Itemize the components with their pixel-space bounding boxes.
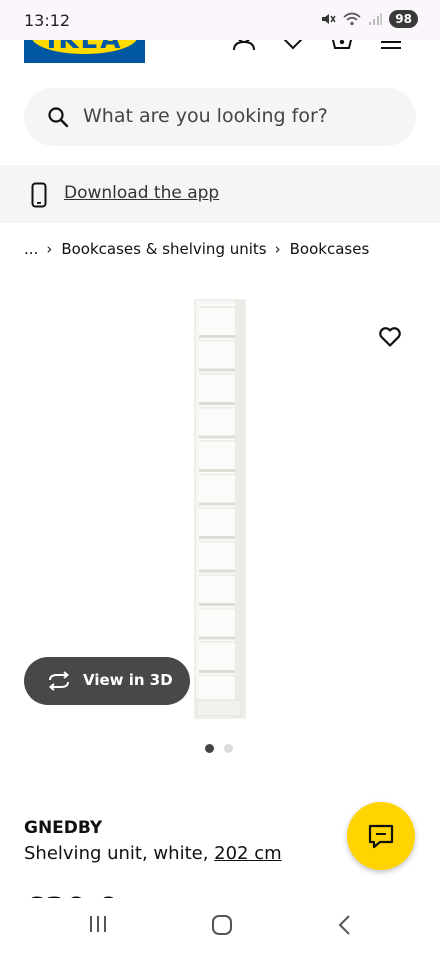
recent-apps-button[interactable] bbox=[88, 914, 108, 934]
app-banner: Download the app bbox=[0, 165, 440, 223]
breadcrumb-ellipsis[interactable]: ... bbox=[24, 240, 38, 258]
battery-indicator: 98 bbox=[389, 10, 418, 28]
logo-text: IKEA bbox=[46, 38, 123, 55]
home-button[interactable] bbox=[211, 914, 233, 936]
carousel-dots bbox=[205, 744, 233, 753]
product-description: Shelving unit, white, 202 cm bbox=[24, 843, 282, 864]
view-in-3d-label: View in 3D bbox=[83, 671, 173, 689]
carousel-dot-2[interactable] bbox=[224, 744, 233, 753]
phone-icon bbox=[31, 182, 47, 208]
product-description-text: Shelving unit, white, bbox=[24, 843, 215, 864]
product-name: GNEDBY bbox=[24, 818, 103, 838]
rotate-3d-icon bbox=[48, 671, 70, 691]
search-input[interactable]: What are you looking for? bbox=[83, 105, 328, 127]
view-in-3d-button[interactable]: View in 3D bbox=[24, 657, 190, 705]
search-bar[interactable]: What are you looking for? bbox=[24, 88, 416, 146]
chevron-right-icon: › bbox=[274, 240, 281, 258]
status-icons: 98 bbox=[320, 10, 418, 28]
chat-icon bbox=[368, 824, 394, 849]
navigation-bar bbox=[0, 898, 440, 953]
chat-button[interactable] bbox=[347, 802, 415, 870]
chevron-right-icon: › bbox=[46, 240, 53, 258]
status-time: 13:12 bbox=[24, 11, 71, 30]
product-image[interactable] bbox=[190, 296, 252, 720]
breadcrumb-item-bookcases[interactable]: Bookcases bbox=[290, 240, 370, 258]
download-app-link[interactable]: Download the app bbox=[64, 183, 219, 203]
carousel-dot-1[interactable] bbox=[205, 744, 214, 753]
back-button[interactable] bbox=[337, 914, 353, 936]
signal-icon bbox=[369, 13, 383, 25]
ikea-logo[interactable]: IKEA bbox=[24, 38, 145, 63]
wifi-icon bbox=[343, 12, 361, 26]
mute-icon bbox=[322, 14, 336, 24]
breadcrumb-item-bookcases-shelving[interactable]: Bookcases & shelving units bbox=[61, 240, 266, 258]
search-icon bbox=[48, 107, 69, 128]
status-bar: 13:12 98 bbox=[0, 0, 440, 40]
breadcrumb: ... › Bookcases & shelving units › Bookc… bbox=[24, 240, 369, 258]
favourite-icon[interactable] bbox=[378, 326, 402, 348]
product-dimension-link[interactable]: 202 cm bbox=[214, 843, 282, 864]
